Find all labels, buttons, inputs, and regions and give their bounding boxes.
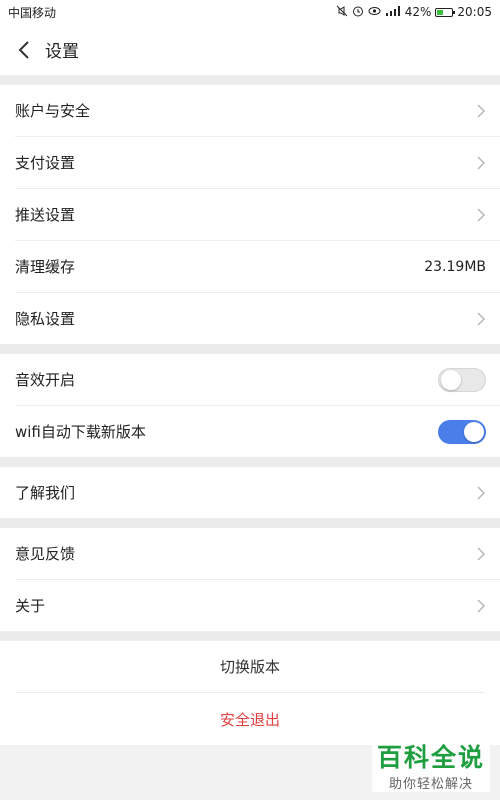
feedback-group: 意见反馈 关于 bbox=[0, 528, 500, 631]
account-security-item[interactable]: 账户与安全 bbox=[15, 85, 500, 137]
sound-effect-item: 音效开启 bbox=[15, 354, 500, 406]
privacy-settings-label: 隐私设置 bbox=[15, 310, 76, 328]
push-settings-label: 推送设置 bbox=[15, 206, 76, 224]
cache-size-value: 23.19MB bbox=[424, 258, 486, 275]
clock: 20:05 bbox=[457, 5, 492, 19]
battery-percent: 42% bbox=[404, 5, 432, 19]
about-us-item[interactable]: 了解我们 bbox=[15, 467, 500, 518]
logout-button[interactable]: 安全退出 bbox=[15, 693, 485, 745]
status-icons: 42% 20:05 bbox=[336, 5, 492, 19]
watermark-title: 百科全说 bbox=[376, 743, 485, 772]
feedback-item[interactable]: 意见反馈 bbox=[15, 528, 500, 580]
mute-icon bbox=[336, 5, 348, 19]
payment-settings-label: 支付设置 bbox=[15, 154, 76, 172]
feedback-label: 意见反馈 bbox=[15, 545, 76, 563]
toggle-settings-group: 音效开启 wifi自动下载新版本 bbox=[0, 354, 500, 457]
about-item[interactable]: 关于 bbox=[15, 580, 500, 631]
clear-cache-label: 清理缓存 bbox=[15, 258, 76, 276]
privacy-settings-item[interactable]: 隐私设置 bbox=[15, 293, 500, 344]
chevron-right-icon bbox=[476, 207, 486, 222]
actions-group: 切换版本 安全退出 bbox=[0, 641, 500, 745]
account-security-label: 账户与安全 bbox=[15, 102, 91, 120]
signal-icon bbox=[385, 5, 401, 19]
section-divider bbox=[0, 457, 500, 467]
watermark-logo: 百科全说 助你轻松解决 bbox=[372, 743, 490, 792]
clear-cache-item[interactable]: 清理缓存 23.19MB bbox=[15, 241, 500, 293]
battery-fill bbox=[437, 9, 444, 15]
push-settings-item[interactable]: 推送设置 bbox=[15, 189, 500, 241]
wifi-auto-download-label: wifi自动下载新版本 bbox=[15, 423, 146, 441]
sound-effect-label: 音效开启 bbox=[15, 371, 76, 389]
account-settings-group: 账户与安全 支付设置 推送设置 清理缓存 23.19MB 隐私设置 bbox=[0, 85, 500, 344]
settings-screen: 中国移动 42% 20:05 设置 账户与安全 支付设置 推送设置 清理缓存 2… bbox=[0, 0, 500, 800]
chevron-right-icon bbox=[476, 598, 486, 613]
watermark-subtitle: 助你轻松解决 bbox=[388, 777, 473, 792]
chevron-right-icon bbox=[476, 485, 486, 500]
wifi-auto-download-item: wifi自动下载新版本 bbox=[15, 406, 500, 457]
chevron-right-icon bbox=[476, 155, 486, 170]
chevron-right-icon bbox=[476, 546, 486, 561]
switch-version-button[interactable]: 切换版本 bbox=[15, 641, 485, 693]
section-divider bbox=[0, 75, 500, 85]
back-arrow-icon[interactable] bbox=[12, 38, 36, 62]
about-us-group: 了解我们 bbox=[0, 467, 500, 518]
toggle-knob bbox=[441, 369, 461, 390]
chevron-right-icon bbox=[476, 103, 486, 118]
battery-icon bbox=[435, 7, 456, 17]
chevron-right-icon bbox=[476, 311, 486, 326]
payment-settings-item[interactable]: 支付设置 bbox=[15, 137, 500, 189]
wifi-auto-download-toggle[interactable] bbox=[438, 419, 486, 444]
sound-effect-toggle[interactable] bbox=[438, 367, 486, 392]
status-bar: 中国移动 42% 20:05 bbox=[0, 0, 500, 24]
eye-icon bbox=[368, 5, 381, 19]
section-divider bbox=[0, 344, 500, 354]
header: 设置 bbox=[0, 24, 500, 75]
section-divider bbox=[0, 631, 500, 641]
toggle-knob bbox=[464, 421, 484, 442]
carrier-label: 中国移动 bbox=[8, 5, 57, 20]
alarm-icon bbox=[352, 5, 364, 19]
about-us-label: 了解我们 bbox=[15, 484, 76, 502]
page-title: 设置 bbox=[45, 42, 79, 62]
section-divider bbox=[0, 518, 500, 528]
about-label: 关于 bbox=[15, 597, 46, 615]
